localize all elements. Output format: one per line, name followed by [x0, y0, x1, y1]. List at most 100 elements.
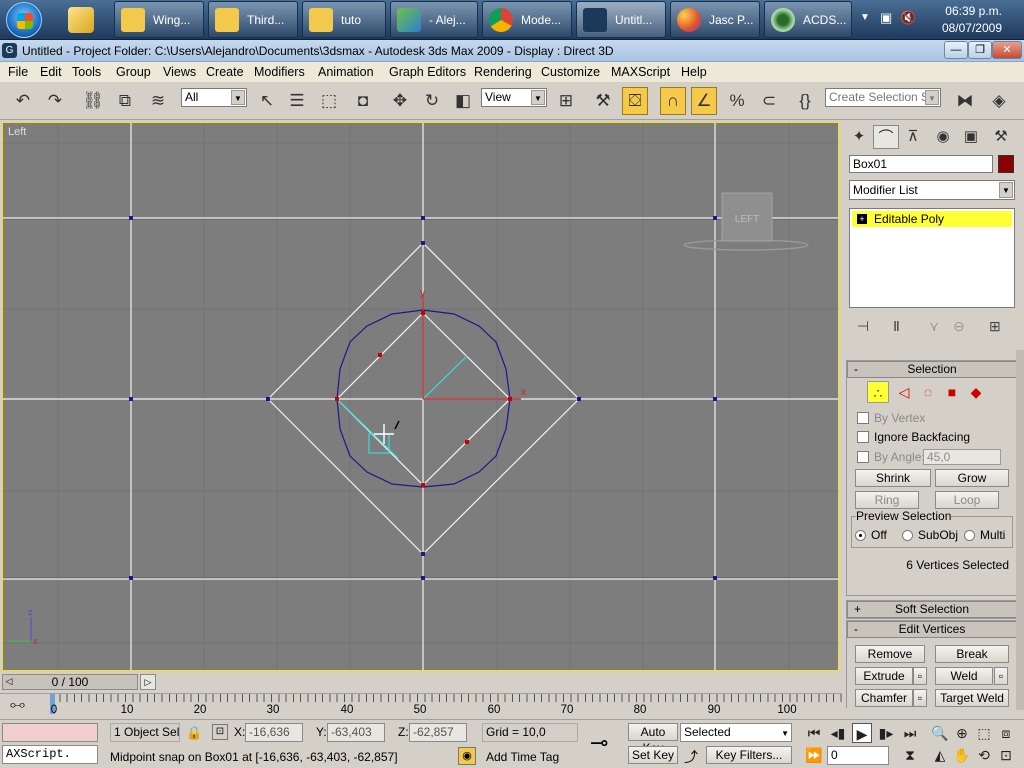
transform-gizmo[interactable]: y x [420, 288, 526, 400]
mirror-icon[interactable]: ⧓ [952, 87, 978, 115]
show-desktop-icon[interactable] [68, 7, 94, 33]
chamfer-button[interactable]: Chamfer [855, 689, 913, 707]
auto-key-button[interactable]: Auto Key [628, 723, 678, 755]
show-end-result-icon[interactable]: Ⅱ [893, 318, 900, 335]
maximize-button[interactable]: ❐ [968, 41, 992, 59]
current-frame-field[interactable]: 0 [827, 746, 889, 765]
menu-tools[interactable]: Tools [72, 65, 101, 79]
expand-icon[interactable]: + [857, 214, 867, 224]
viewport-left[interactable]: Left y x LEFT z x [2, 122, 839, 671]
taskbar-button-wings[interactable]: Wing... [114, 1, 204, 38]
percent-snap-icon[interactable]: % [724, 87, 750, 115]
menu-modifiers[interactable]: Modifiers [254, 65, 305, 79]
taskbar-button-third[interactable]: Third... [208, 1, 298, 38]
maxscript-listener-mini[interactable] [2, 723, 98, 742]
next-frame-icon[interactable]: ▮▸ [876, 723, 896, 743]
reference-coordinate-dropdown[interactable]: View ▼ [481, 88, 547, 107]
selection-lock-icon[interactable]: 🔒 [186, 725, 202, 741]
window-crossing-icon[interactable]: ◘ [350, 87, 376, 115]
polygon-mode-icon[interactable]: ■ [941, 381, 963, 403]
selection-rollout-header[interactable]: - Selection [847, 361, 1017, 378]
menu-create[interactable]: Create [206, 65, 244, 79]
select-and-link-icon[interactable]: ⛓ [80, 87, 106, 115]
motion-tab-icon[interactable]: ◉ [930, 125, 956, 149]
menu-maxscript[interactable]: MAXScript [611, 65, 670, 79]
angle-snap-icon[interactable]: ∠ [691, 87, 717, 115]
extrude-settings-icon[interactable]: ▫ [913, 667, 927, 685]
element-mode-icon[interactable]: ◆ [965, 381, 987, 403]
taskbar-button-acdsee[interactable]: ACDS... [764, 1, 852, 38]
rectangular-selection-icon[interactable]: ⬚ [316, 87, 342, 115]
break-button[interactable]: Break [935, 645, 1009, 663]
edge-mode-icon[interactable]: ◁ [893, 381, 915, 403]
select-and-rotate-icon[interactable]: ↻ [419, 87, 445, 115]
time-slider-thumb[interactable]: 0 / 100 [2, 674, 138, 690]
go-to-start-icon[interactable]: ⏮ [804, 723, 824, 743]
menu-help[interactable]: Help [681, 65, 707, 79]
ring-button[interactable]: Ring [855, 491, 919, 509]
time-configuration-icon[interactable]: ⧗ [900, 745, 920, 765]
zoom-icon[interactable]: 🔍 [930, 723, 950, 743]
redo-icon[interactable]: ↷ [42, 87, 68, 115]
object-name-field[interactable]: Box01 [849, 155, 993, 173]
border-mode-icon[interactable]: ◌ [917, 381, 939, 403]
menu-customize[interactable]: Customize [541, 65, 600, 79]
add-time-tag[interactable]: Add Time Tag [486, 750, 559, 764]
shrink-button[interactable]: Shrink [855, 469, 931, 487]
menu-graph-editors[interactable]: Graph Editors [389, 65, 466, 79]
select-and-move-icon[interactable]: ✥ [387, 87, 413, 115]
create-tab-icon[interactable]: ✦ [846, 125, 872, 149]
previous-frame-icon[interactable]: ◂▮ [828, 723, 848, 743]
maximize-viewport-icon[interactable]: ⊡ [996, 745, 1016, 765]
preview-off-radio[interactable]: Off [855, 528, 887, 542]
default-in-out-tangents-icon[interactable]: ⤴ [684, 747, 698, 767]
selection-filter-dropdown[interactable]: All ▼ [181, 88, 247, 107]
set-key-button[interactable]: Set Key [628, 746, 678, 764]
menu-file[interactable]: File [8, 65, 28, 79]
zoom-all-icon[interactable]: ⊕ [952, 723, 972, 743]
time-slider-prev-button[interactable]: ◁ [2, 674, 16, 690]
grow-button[interactable]: Grow [935, 469, 1009, 487]
unlink-selection-icon[interactable]: ⧉ [112, 87, 138, 115]
pin-stack-icon[interactable]: ⊣ [857, 318, 869, 335]
modifier-list-dropdown[interactable]: Modifier List ▼ [849, 180, 1015, 200]
absolute-mode-icon[interactable]: ⊡ [212, 724, 228, 740]
select-and-scale-icon[interactable]: ◧ [450, 87, 476, 115]
close-button[interactable]: ✕ [992, 41, 1022, 59]
key-icon[interactable]: ⊸ [590, 730, 608, 756]
menu-group[interactable]: Group [116, 65, 151, 79]
keyboard-shortcut-override-icon[interactable]: ⛋ [622, 87, 648, 115]
start-button[interactable] [6, 2, 42, 38]
minimize-button[interactable]: — [944, 41, 968, 59]
zoom-extents-icon[interactable]: ⬚ [974, 723, 994, 743]
network-icon[interactable]: ▣ [880, 10, 892, 26]
configure-modifier-sets-icon[interactable]: ⊞ [989, 318, 1001, 335]
menu-rendering[interactable]: Rendering [474, 65, 532, 79]
make-unique-icon[interactable]: ⋎ [929, 318, 939, 335]
hierarchy-tab-icon[interactable]: ⊼ [900, 125, 926, 149]
key-mode-dropdown[interactable]: Selected ▼ [680, 723, 792, 742]
spinner-snap-icon[interactable]: ⊂ [756, 87, 782, 115]
object-color-swatch[interactable] [998, 155, 1014, 173]
snaps-toggle-icon[interactable]: ∩ [660, 87, 686, 115]
x-coordinate-field[interactable]: -16,636 [245, 723, 303, 742]
select-object-icon[interactable]: ↖ [254, 87, 280, 115]
taskbar-button-jasc[interactable]: Jasc P... [670, 1, 760, 38]
track-bar[interactable]: ⧟ 0 10 20 30 40 50 60 70 80 90 100 [0, 693, 842, 717]
utilities-tab-icon[interactable]: ⚒ [988, 125, 1014, 149]
time-slider-next-button[interactable]: ▷ [140, 674, 156, 690]
clock-date[interactable]: 08/07/2009 [942, 21, 1002, 35]
named-selection-sets-dropdown[interactable]: Create Selection Set ▼ [825, 88, 941, 107]
z-coordinate-field[interactable]: -62,857 [409, 723, 467, 742]
by-vertex-checkbox[interactable]: By Vertex [857, 411, 925, 425]
taskbar-button-tuto[interactable]: tuto [302, 1, 386, 38]
chamfer-settings-icon[interactable]: ▫ [913, 689, 927, 707]
loop-button[interactable]: Loop [935, 491, 999, 509]
orbit-icon[interactable]: ⟲ [974, 745, 994, 765]
extrude-button[interactable]: Extrude [855, 667, 913, 685]
field-of-view-icon[interactable]: ◭ [930, 745, 950, 765]
by-angle-checkbox[interactable]: By Angle: [857, 450, 925, 464]
key-mode-toggle-icon[interactable]: ⏩ [804, 745, 824, 765]
undo-icon[interactable]: ↶ [10, 87, 36, 115]
preview-subobj-radio[interactable]: SubObj [902, 528, 958, 542]
